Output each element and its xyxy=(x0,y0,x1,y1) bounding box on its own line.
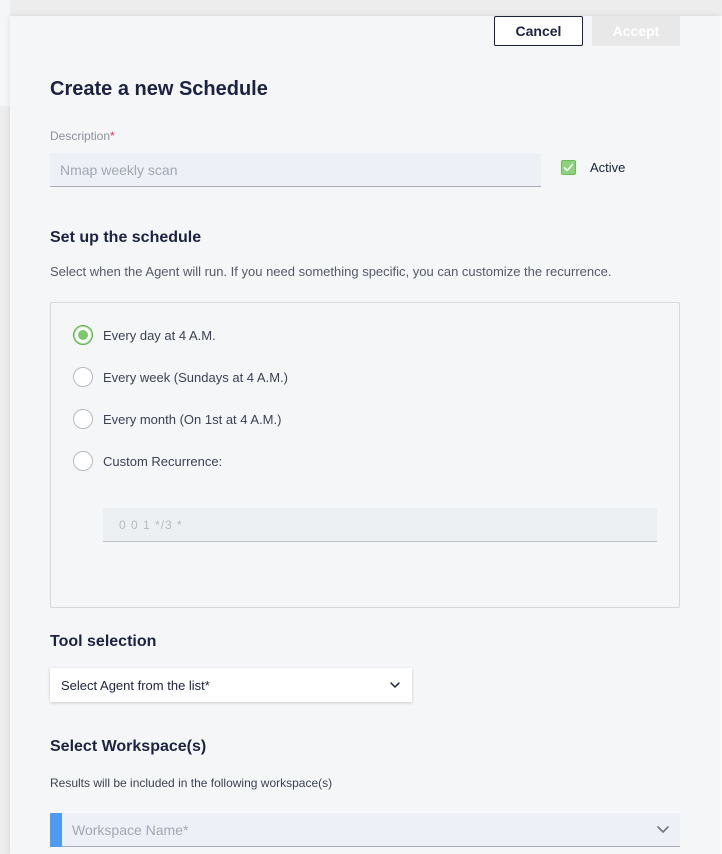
radio-label: Custom Recurrence: xyxy=(103,453,223,469)
workspace-help: Results will be included in the followin… xyxy=(50,776,333,790)
workspace-select-placeholder: Workspace Name* xyxy=(72,821,189,838)
workspace-select[interactable]: Workspace Name* xyxy=(50,812,680,847)
radio-dot xyxy=(78,330,88,340)
agent-select-text: Select Agent from the list* xyxy=(61,677,210,693)
radio-every-month[interactable]: Every month (On 1st at 4 A.M.) xyxy=(73,409,281,429)
schedule-heading: Set up the schedule xyxy=(50,229,202,246)
radio-custom-recurrence[interactable]: Custom Recurrence: xyxy=(73,451,222,471)
radio-button[interactable] xyxy=(73,451,93,471)
radio-button-selected[interactable] xyxy=(73,325,93,345)
active-checkbox[interactable] xyxy=(561,160,576,175)
radio-every-week[interactable]: Every week (Sundays at 4 A.M.) xyxy=(73,367,288,387)
chevron-down-icon xyxy=(657,826,669,833)
required-mark: * xyxy=(110,129,115,143)
description-label: Description* xyxy=(50,129,115,143)
page-title: Create a new Schedule xyxy=(50,78,268,100)
cancel-button[interactable]: Cancel xyxy=(494,16,583,46)
agent-select[interactable]: Select Agent from the list* xyxy=(50,668,412,702)
radio-button[interactable] xyxy=(73,409,93,429)
active-label: Active xyxy=(590,160,626,175)
accept-button[interactable]: Accept xyxy=(592,16,680,46)
description-label-text: Description xyxy=(50,129,111,143)
radio-label: Every month (On 1st at 4 A.M.) xyxy=(103,411,282,427)
radio-label: Every week (Sundays at 4 A.M.) xyxy=(103,369,288,385)
description-input[interactable] xyxy=(50,153,541,187)
checkmark-icon xyxy=(563,163,574,172)
custom-recurrence-input[interactable] xyxy=(103,508,657,542)
workspace-select-accent xyxy=(50,812,62,847)
schedule-help: Select when the Agent will run. If you n… xyxy=(50,264,612,279)
chevron-down-icon xyxy=(390,682,400,688)
radio-label: Every day at 4 A.M. xyxy=(103,327,216,343)
tool-heading: Tool selection xyxy=(50,633,157,650)
backdrop-strip xyxy=(0,0,10,106)
workspace-heading: Select Workspace(s) xyxy=(50,738,207,755)
radio-every-day[interactable]: Every day at 4 A.M. xyxy=(73,325,216,345)
radio-button[interactable] xyxy=(73,367,93,387)
